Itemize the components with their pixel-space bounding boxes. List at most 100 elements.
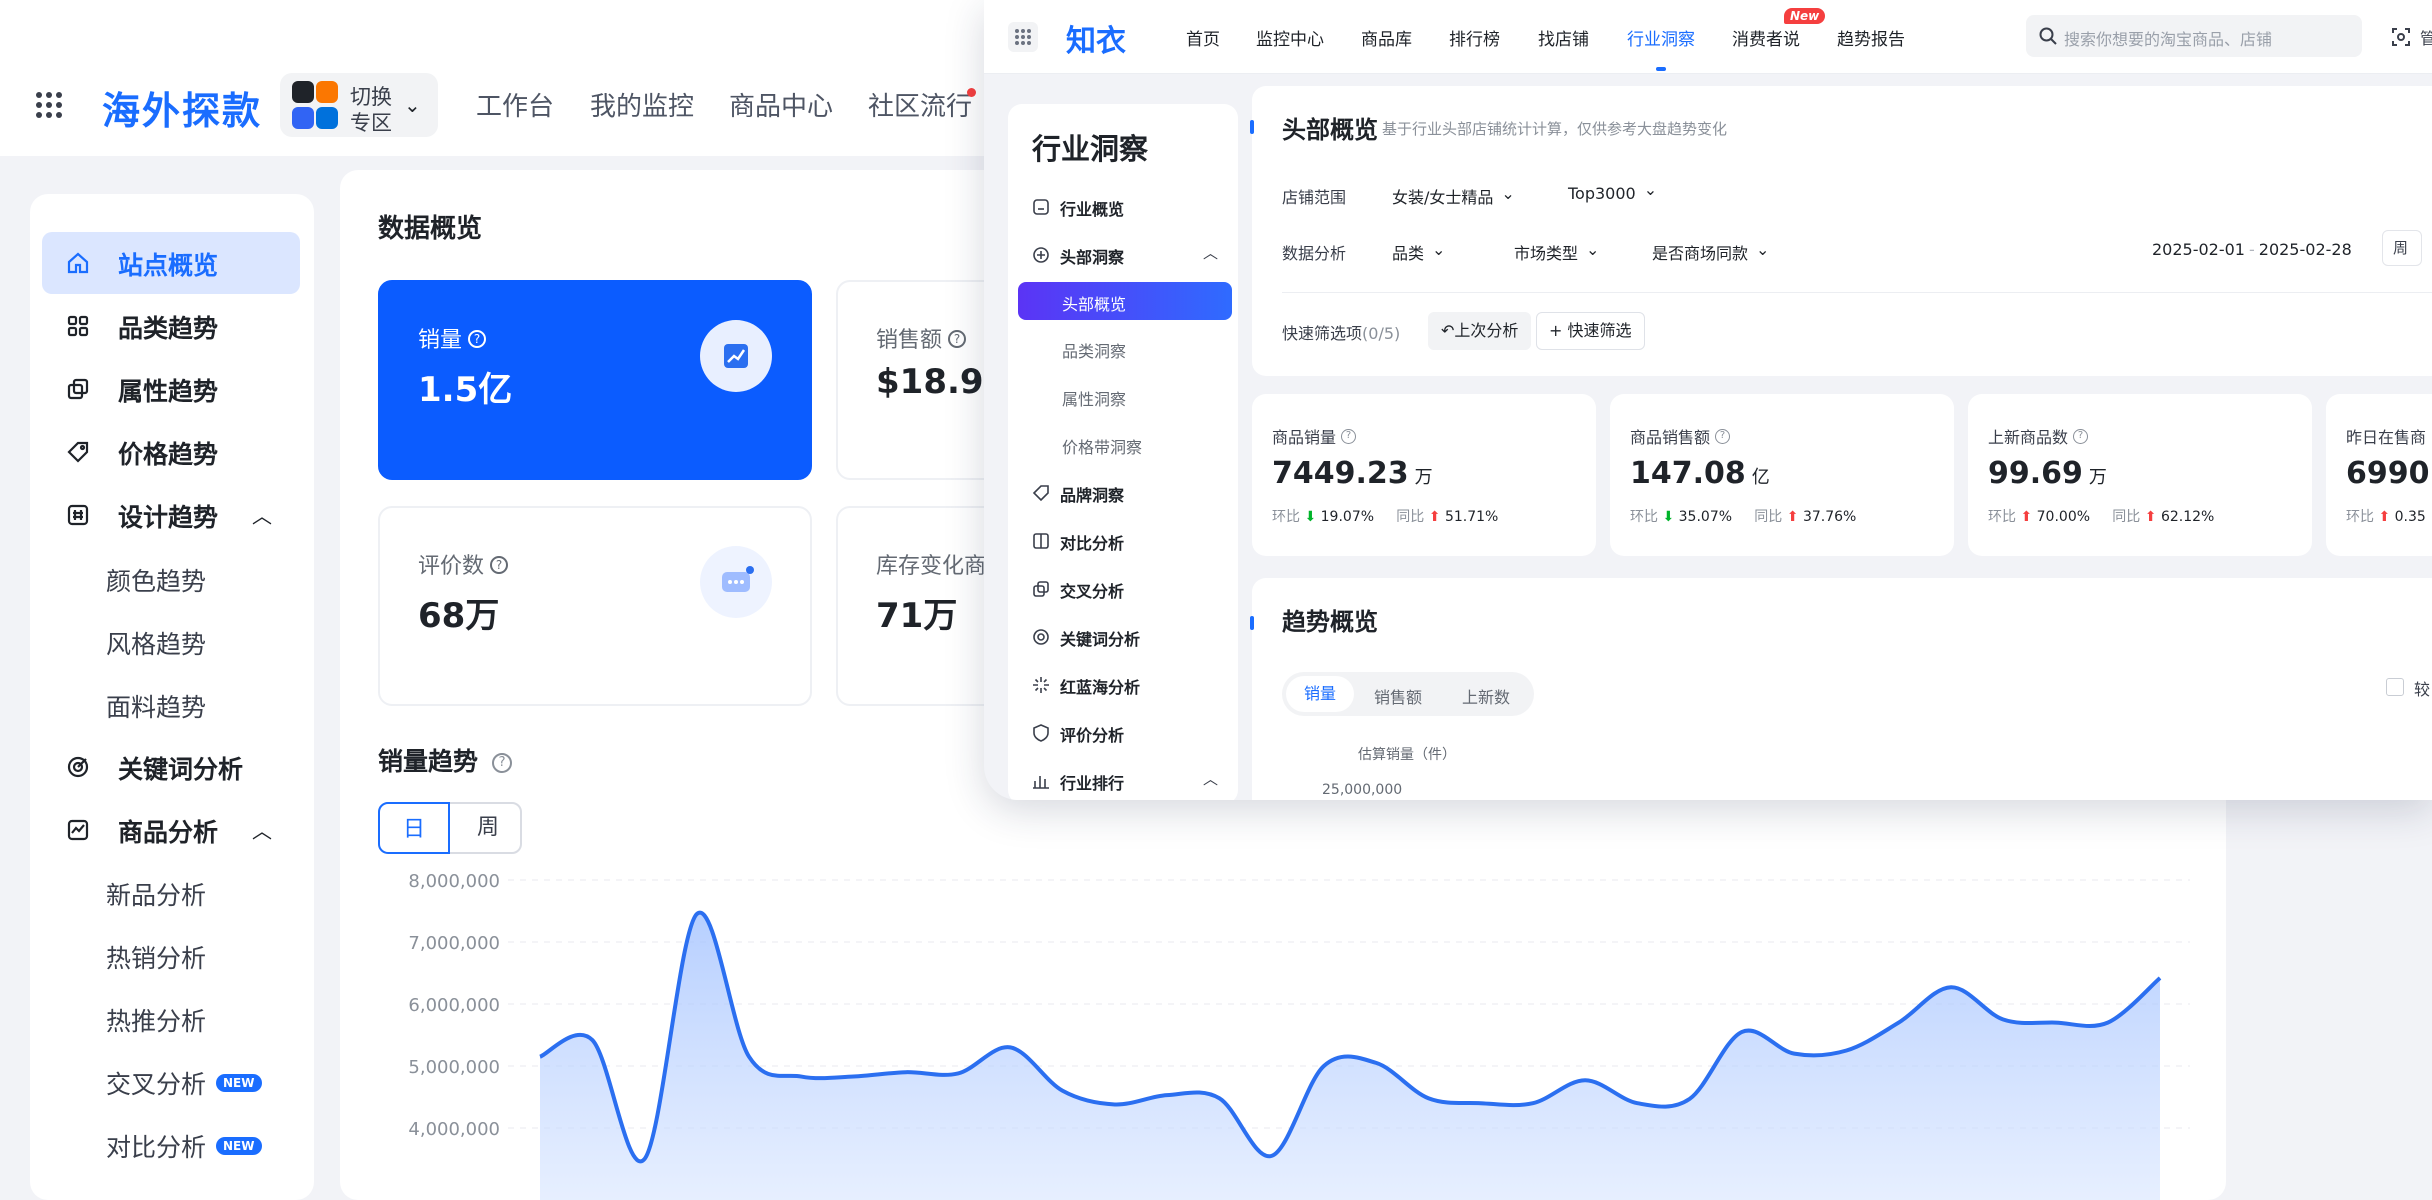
sidebar-sub-category-insight[interactable]: 品类洞察 xyxy=(1062,338,1126,362)
nav-consumer-voice[interactable]: 消费者说 xyxy=(1732,25,1800,50)
help-icon: ? xyxy=(1715,429,1731,444)
sidebar-sub-cross-analysis[interactable]: 交叉分析 NEW xyxy=(106,1065,262,1101)
nav-industry-insight[interactable]: 行业洞察 xyxy=(1627,25,1695,50)
stat-card-reviews[interactable]: 评价数? 68万 xyxy=(378,506,812,706)
copy-icon xyxy=(67,378,89,400)
compare-checkbox[interactable] xyxy=(2386,678,2404,696)
sidebar-sub-fabric-trend[interactable]: 面料趋势 xyxy=(106,688,206,724)
tab-week[interactable]: 周 xyxy=(452,804,524,852)
chevron-up-icon[interactable]: ︿ xyxy=(252,500,272,529)
sidebar-sub-compare-analysis[interactable]: 对比分析 NEW xyxy=(106,1128,262,1164)
tab-day[interactable]: 日 xyxy=(378,802,450,854)
sidebar-item-label: 站点概览 xyxy=(118,251,219,280)
nav-home[interactable]: 首页 xyxy=(1186,25,1220,50)
search-icon xyxy=(2039,27,2057,45)
nav-product-library[interactable]: 商品库 xyxy=(1361,25,1412,50)
sidebar-sub-style-trend[interactable]: 风格趋势 xyxy=(106,625,206,661)
sidebar-item-site-overview[interactable]: 站点概览 xyxy=(42,232,300,294)
shield-icon xyxy=(1033,724,1049,742)
stat-card-sales[interactable]: 销量? 1.5亿 xyxy=(378,280,812,480)
sidebar-sub-price-insight[interactable]: 价格带洞察 xyxy=(1062,434,1142,458)
kpi-compare: 环比 ⬇ 19.07% 同比 ⬆ 51.71% xyxy=(1272,509,1499,525)
kpi-value: 6990. xyxy=(2346,456,2432,491)
sidebar-sub-attribute-insight[interactable]: 属性洞察 xyxy=(1062,386,1126,410)
market-type-select[interactable]: 市场类型 xyxy=(1514,240,1599,264)
mall-same-select[interactable]: 是否商场同款 xyxy=(1652,240,1769,264)
zone-switch-button[interactable]: 切换 专区 ⌄ xyxy=(280,73,438,137)
quick-filter-button[interactable]: + 快速筛选 xyxy=(1536,312,1645,350)
walmart-icon xyxy=(316,107,338,129)
nav-product-center[interactable]: 商品中心 xyxy=(729,86,833,123)
chevron-up-icon[interactable]: ︿ xyxy=(1203,242,1218,263)
apps-grid-icon[interactable] xyxy=(1008,22,1038,52)
sidebar-item-product-analysis[interactable]: 商品分析 ︿ xyxy=(42,799,300,861)
chevron-up-icon[interactable]: ︿ xyxy=(252,815,272,844)
nav-monitor-center[interactable]: 监控中心 xyxy=(1256,25,1324,50)
kpi-card-revenue[interactable]: 商品销售额? 147.08 亿 环比 ⬇ 35.07% 同比 ⬆ 37.76% xyxy=(1610,394,1954,556)
sidebar-item-keyword-analysis[interactable]: 关键词分析 xyxy=(42,736,300,798)
sidebar-item-category-trend[interactable]: 品类趋势 xyxy=(42,295,300,357)
search-input[interactable]: 搜索你想要的淘宝商品、店铺 xyxy=(2026,15,2362,57)
comment-icon xyxy=(700,546,772,618)
sidebar-sub-hot-sale[interactable]: 热销分析 xyxy=(106,939,206,975)
sparkle-icon xyxy=(1033,677,1049,693)
period-tabs: 日 周 xyxy=(378,802,522,854)
sidebar-item-label: 商品分析 xyxy=(118,818,219,847)
sales-trend-title: 销量趋势? xyxy=(378,742,513,778)
sidebar-item-attribute-trend[interactable]: 属性趋势 xyxy=(42,358,300,420)
sidebar-sub-new-product[interactable]: 新品分析 xyxy=(106,876,206,912)
sidebar-sub-color-trend[interactable]: 颜色趋势 xyxy=(106,562,206,598)
target-icon xyxy=(67,756,89,778)
chevron-up-icon[interactable]: ︿ xyxy=(1203,768,1218,789)
kpi-value: 7449.23 万 xyxy=(1272,456,1433,491)
sidebar-item-price-trend[interactable]: 价格趋势 xyxy=(42,421,300,483)
store-top-select[interactable]: Top3000 xyxy=(1568,184,1657,203)
kpi-card-sales[interactable]: 商品销量? 7449.23 万 环比 ⬇ 19.07% 同比 ⬆ 51.71% xyxy=(1252,394,1596,556)
new-badge: NEW xyxy=(216,1137,262,1155)
period-select[interactable]: 周 xyxy=(2382,230,2422,266)
help-icon: ? xyxy=(468,330,487,348)
chart-icon xyxy=(67,819,89,841)
tab-revenue[interactable]: 销售额 xyxy=(1374,684,1422,708)
nav-workbench[interactable]: 工作台 xyxy=(476,86,554,123)
chevron-down-icon: ⌄ xyxy=(404,93,421,117)
y-axis-label: 估算销量（件） xyxy=(1358,747,1456,763)
kpi-card-on-sale[interactable]: 昨日在售商 6990. 环比 ⬆ 0.35 xyxy=(2326,394,2432,556)
sidebar-sub-hot-push[interactable]: 热推分析 xyxy=(106,1002,206,1038)
data-analysis-label: 数据分析 xyxy=(1282,244,1347,263)
search-placeholder: 搜索你想要的淘宝商品、店铺 xyxy=(2064,30,2273,49)
nav-find-store[interactable]: 找店铺 xyxy=(1538,25,1589,50)
stat-label: 销售额? xyxy=(876,322,967,354)
apps-grid-icon[interactable] xyxy=(36,92,62,118)
kpi-value: 147.08 亿 xyxy=(1630,456,1770,491)
brand-logo[interactable]: 海外探款 xyxy=(102,80,262,135)
compare-icon xyxy=(1033,533,1049,549)
ebay-icon xyxy=(292,107,314,129)
y-tick-label: 8,000,000 xyxy=(408,871,500,892)
panel-description: 基于行业头部店铺统计计算，仅供参考大盘趋势变化 xyxy=(1382,120,1728,138)
manage-link[interactable]: 管 xyxy=(2390,25,2432,49)
sidebar-sub-label: 交叉分析 xyxy=(106,1070,207,1099)
scan-icon xyxy=(2392,28,2410,46)
nav-trend-report[interactable]: 趋势报告 xyxy=(1837,25,1905,50)
tab-new-count[interactable]: 上新数 xyxy=(1462,684,1510,708)
y-tick-label: 4,000,000 xyxy=(408,1119,500,1140)
last-analysis-button[interactable]: ↶上次分析 xyxy=(1428,312,1532,350)
store-category-select[interactable]: 女装/女士精品 xyxy=(1392,184,1515,208)
kpi-label: 昨日在售商 xyxy=(2346,428,2427,447)
y-tick-label: 5,000,000 xyxy=(408,1057,500,1078)
kpi-card-new-products[interactable]: 上新商品数? 99.69 万 环比 ⬆ 70.00% 同比 ⬆ 62.12% xyxy=(1968,394,2312,556)
sidebar-item-head-overview[interactable]: 头部概览 xyxy=(1018,282,1232,320)
head-overview-panel: 头部概览 基于行业头部店铺统计计算，仅供参考大盘趋势变化 店铺范围 女装/女士精… xyxy=(1250,86,2432,376)
date-range-picker[interactable]: 2025-02-01-2025-02-28 xyxy=(2152,240,2352,259)
tab-sales[interactable]: 销量 xyxy=(1286,676,1354,712)
front-header: 知衣 首页 监控中心 商品库 排行榜 找店铺 行业洞察 消费者说 New 趋势报… xyxy=(984,0,2432,74)
stat-value: 68万 xyxy=(418,596,500,636)
nav-community[interactable]: 社区流行 xyxy=(868,86,972,123)
sidebar-item-design-trend[interactable]: 设计趋势 ︿ xyxy=(42,484,300,546)
category-select[interactable]: 品类 xyxy=(1392,240,1445,264)
brand-logo[interactable]: 知衣 xyxy=(1066,16,1126,60)
nav-ranking[interactable]: 排行榜 xyxy=(1449,25,1500,50)
compare-label: 较 xyxy=(2414,680,2431,699)
nav-my-monitor[interactable]: 我的监控 xyxy=(590,86,694,123)
